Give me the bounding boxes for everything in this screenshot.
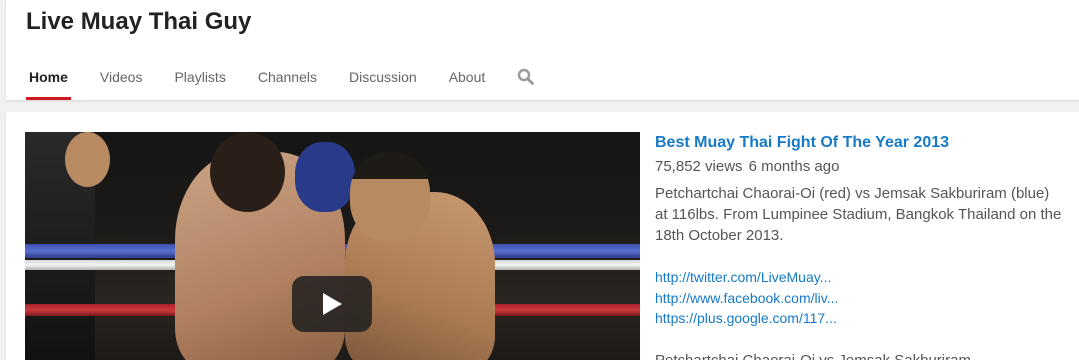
tab-discussion[interactable]: Discussion [333, 56, 433, 100]
video-title-link[interactable]: Best Muay Thai Fight Of The Year 2013 [655, 132, 1065, 154]
upload-age: 6 months ago [748, 158, 840, 175]
tab-channels[interactable]: Channels [242, 56, 333, 100]
tab-videos[interactable]: Videos [84, 56, 159, 100]
video-description: Petchartchai Chaorai-Oi (red) vs Jemsak … [655, 185, 1062, 244]
video-player[interactable] [25, 132, 640, 360]
boxing-glove [295, 142, 355, 212]
featured-video-section: Best Muay Thai Fight Of The Year 2013 75… [6, 112, 1079, 360]
google-plus-link[interactable]: https://plus.google.com/117... [655, 308, 1065, 329]
play-icon [323, 293, 342, 315]
channel-header: Live Muay Thai Guy Home Videos Playlists… [6, 0, 1079, 100]
tab-home[interactable]: Home [13, 56, 84, 100]
video-meta: 75,852 views 6 months ago [655, 157, 1065, 177]
channel-nav-tabs: Home Videos Playlists Channels Discussio… [6, 56, 551, 100]
referee-head [65, 132, 110, 187]
fighter-right-head [350, 152, 430, 242]
fighter-left-head [210, 132, 285, 212]
description-links: http://twitter.com/LiveMuay... http://ww… [655, 267, 1065, 329]
play-button[interactable] [292, 276, 372, 332]
twitter-link[interactable]: http://twitter.com/LiveMuay... [655, 267, 1065, 288]
search-icon[interactable] [501, 56, 551, 100]
view-count: 75,852 views [655, 158, 743, 175]
tab-playlists[interactable]: Playlists [158, 56, 241, 100]
tab-about[interactable]: About [433, 56, 502, 100]
video-info: Best Muay Thai Fight Of The Year 2013 75… [655, 132, 1065, 360]
channel-title: Live Muay Thai Guy [26, 8, 252, 35]
video-description-more: Petchartchai Chaorai-Oi vs Jemsak Sakbur… [655, 351, 971, 360]
facebook-link[interactable]: http://www.facebook.com/liv... [655, 288, 1065, 309]
